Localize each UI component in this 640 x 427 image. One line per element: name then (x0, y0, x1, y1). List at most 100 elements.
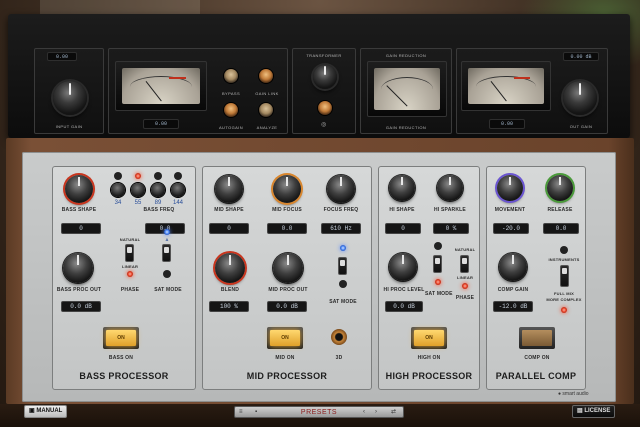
manual-label: MANUAL (36, 408, 63, 414)
release-knob[interactable] (547, 175, 573, 201)
3d-button[interactable] (331, 329, 347, 345)
bass-freq-34: 34 (114, 200, 122, 206)
mid-proc-out-display: 0.0 dB (267, 301, 307, 312)
focus-freq-display: 610 Hz (321, 223, 361, 234)
bass-proc-out-unit: dB (84, 303, 92, 310)
brand-name: smart audio (562, 391, 589, 397)
comp-gain-value: -12.0 (498, 303, 517, 310)
license-button[interactable]: ▤ LICENSE (572, 405, 616, 418)
out-gain-display: 0.00 dB (563, 52, 599, 61)
bass-on-button[interactable]: ON (103, 327, 139, 349)
bass-proc-out-knob[interactable] (63, 253, 93, 283)
sat-mode-a-led (164, 229, 170, 235)
movement-label: MOVEMENT (494, 207, 526, 213)
instruments-led (561, 247, 567, 253)
comp-gain-knob[interactable] (499, 253, 527, 281)
input-vu-meter (115, 61, 207, 111)
hi-sat-mode-label: SAT MODE (425, 291, 453, 297)
comp-mode-switch[interactable] (560, 265, 569, 287)
hi-linear-label: LINEAR (456, 275, 474, 280)
mid-sat-a-led (340, 245, 346, 251)
phase-switch[interactable] (125, 244, 134, 262)
bass-freq-led-4 (175, 173, 181, 179)
blend-knob[interactable] (215, 253, 245, 283)
input-gain-knob[interactable] (53, 81, 87, 115)
manual-button[interactable]: ▣ MANUAL (24, 405, 68, 418)
output-vu-readout: 0.00 (489, 119, 525, 129)
hi-sat-mode-switch[interactable] (433, 255, 442, 273)
hi-phase-switch[interactable] (460, 255, 469, 273)
bass-freq-89: 89 (154, 200, 162, 206)
preset-prev-icon[interactable]: ‹ (363, 408, 365, 417)
high-on-label: HIGH ON (417, 355, 441, 361)
mid-sat-mode-switch[interactable] (338, 257, 347, 275)
transformer-button[interactable] (318, 101, 332, 115)
hi-sparkle-knob[interactable] (437, 175, 463, 201)
parallel-comp-title: PARALLEL COMP (495, 371, 577, 381)
bass-freq-led-3 (155, 173, 161, 179)
preset-next-icon[interactable]: › (375, 408, 377, 417)
full-mix-label: FULL MIX (554, 291, 574, 296)
bypass-button[interactable] (224, 69, 238, 83)
release-value: 0.0 (555, 225, 567, 232)
bass-freq-144-button[interactable] (171, 183, 185, 197)
hi-proc-level-label: HI PROC LEVEL (383, 287, 425, 293)
transformer-label: TRANSFORMER (306, 53, 342, 58)
presets-bar[interactable]: ≡ ▪ PRESETS ‹ › ⇄ (234, 406, 404, 418)
brand-logo: ● smart audio (558, 391, 589, 397)
license-label: LICENSE (584, 408, 611, 414)
mid-shape-knob[interactable] (215, 175, 243, 203)
license-icon: ▤ (577, 408, 583, 414)
hi-sparkle-display: 0 % (433, 223, 469, 234)
mid-on-button[interactable]: ON (267, 327, 303, 349)
vu-readout-value: 0.00 (154, 121, 167, 127)
bass-shape-knob[interactable] (65, 175, 93, 203)
bass-shape-value: 0 (79, 225, 83, 232)
mid-focus-display: 0.0 (267, 223, 307, 234)
mid-shape-value: 0 (227, 225, 231, 232)
mid-focus-knob[interactable] (273, 175, 301, 203)
bass-freq-34-button[interactable] (111, 183, 125, 197)
preset-save-icon[interactable]: ▪ (255, 408, 257, 417)
release-display: 0.0 (543, 223, 579, 234)
mid-on-button-label: ON (270, 330, 300, 346)
analyze-label: ANALYZE (256, 125, 278, 130)
bass-freq-55: 55 (134, 200, 142, 206)
bass-on-button-label: ON (106, 330, 136, 346)
hi-shape-knob[interactable] (389, 175, 415, 201)
hi-proc-level-knob[interactable] (389, 253, 417, 281)
bass-proc-out-display: 0.0 dB (61, 301, 101, 312)
transformer-logo-icon: ◎ (321, 122, 327, 128)
mid-proc-out-knob[interactable] (273, 253, 303, 283)
hi-natural-label: NATURAL (454, 247, 476, 252)
manual-icon: ▣ (29, 408, 35, 414)
preset-menu-icon[interactable]: ≡ (239, 408, 243, 417)
high-on-button[interactable]: ON (411, 327, 447, 349)
autogain-button[interactable] (224, 103, 238, 117)
bass-freq-89-button[interactable] (151, 183, 165, 197)
hi-proc-level-value: 0.0 (393, 303, 404, 310)
bass-freq-55-button[interactable] (131, 183, 145, 197)
transformer-module: TRANSFORMER ◎ (292, 48, 356, 134)
mid-shape-display: 0 (209, 223, 249, 234)
out-gain-value: 0.00 (570, 54, 583, 60)
analyze-button[interactable] (259, 103, 273, 117)
bass-shape-display: 0 (61, 223, 101, 234)
comp-on-label: COMP ON (524, 355, 550, 361)
phase-label: PHASE (120, 287, 140, 293)
out-gain-knob[interactable] (563, 81, 597, 115)
gain-link-button[interactable] (259, 69, 273, 83)
output-vu-readout-value: 0.00 (500, 121, 513, 127)
movement-display: -20.0 (493, 223, 529, 234)
movement-knob[interactable] (497, 175, 523, 201)
preset-ab-icon[interactable]: ⇄ (391, 408, 396, 417)
focus-freq-knob[interactable] (327, 175, 355, 203)
input-gain-value: 0.00 (55, 54, 68, 60)
input-gain-label: INPUT GAIN (55, 124, 83, 129)
bass-processor-title: BASS PROCESSOR (79, 371, 169, 381)
sat-mode-b-led (164, 271, 170, 277)
comp-on-button[interactable] (519, 327, 555, 349)
hi-phase-led (462, 283, 468, 289)
transformer-knob[interactable] (313, 65, 337, 89)
bass-sat-mode-switch[interactable] (162, 244, 171, 262)
